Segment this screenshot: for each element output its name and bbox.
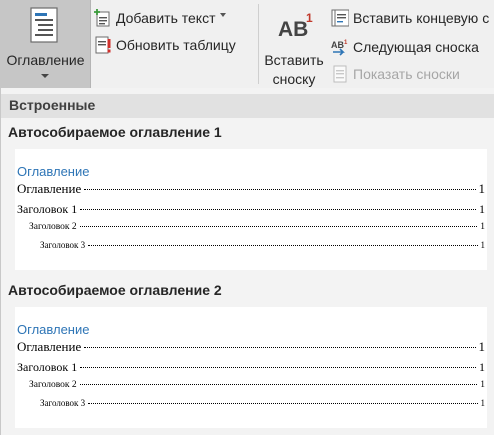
gallery-item-auto-toc-2[interactable]: Оглавление Оглавление 1 Заголовок 11 Заго…	[15, 307, 487, 428]
dropdown-arrow-icon	[219, 13, 226, 17]
ribbon: Оглавление Добавить текст Обновить табли…	[0, 0, 494, 88]
insert-endnote-label: Вставить концевую с	[353, 10, 490, 26]
show-notes-button[interactable]: Показать сноски	[331, 63, 460, 85]
preview-toc-entry: Заголовок 21	[29, 222, 485, 232]
add-text-label: Добавить текст	[116, 10, 216, 26]
update-table-label: Обновить таблицу	[116, 37, 236, 53]
gallery-item-auto-toc-1[interactable]: Оглавление Оглавление 1 Заголовок 11 Заго…	[15, 149, 487, 270]
preview-toc-entry: Заголовок 31	[40, 398, 485, 408]
svg-text:1: 1	[344, 40, 348, 46]
gallery-item-title-2: Автособираемое оглавление 2	[8, 282, 222, 298]
gallery-item-title-1: Автособираемое оглавление 1	[8, 124, 222, 140]
show-notes-label: Показать сноски	[353, 66, 460, 82]
insert-footnote-label-line1: Вставить	[264, 52, 324, 68]
toc-gallery-dropdown: Встроенные Автособираемое оглавление 1 О…	[0, 88, 494, 435]
insert-endnote-button[interactable]: Вставить концевую с	[331, 7, 489, 29]
preview-toc-entry: Оглавление 1	[17, 181, 485, 196]
next-footnote-button[interactable]: AB 1 Следующая сноска	[331, 36, 479, 58]
add-text-icon	[94, 9, 110, 27]
gallery-section-title: Встроенные	[9, 97, 96, 113]
preview-toc-heading: Оглавление	[17, 322, 90, 337]
next-footnote-label: Следующая сноска	[353, 39, 479, 55]
preview-toc-entry: Заголовок 11	[17, 360, 485, 374]
gallery-section-header: Встроенные	[1, 94, 494, 118]
insert-footnote-label-line2: сноску	[272, 71, 316, 87]
insert-footnote-button[interactable]: AB 1 Вставить сноску	[261, 0, 327, 88]
preview-toc-entry: Заголовок 31	[40, 240, 485, 250]
preview-toc-entry: Заголовок 21	[29, 380, 485, 390]
preview-toc-entry: Оглавление 1	[17, 339, 485, 354]
chevron-down-icon	[41, 74, 49, 78]
table-of-contents-label: Оглавление	[6, 52, 85, 68]
insert-endnote-icon	[331, 9, 349, 27]
add-text-button[interactable]: Добавить текст	[94, 7, 226, 29]
next-footnote-icon: AB 1	[331, 38, 349, 56]
preview-toc-entry: Заголовок 11	[17, 202, 485, 216]
show-notes-icon	[333, 65, 347, 83]
update-table-button[interactable]: Обновить таблицу	[94, 34, 236, 56]
preview-toc-heading: Оглавление	[17, 164, 90, 179]
footnote-number-icon: 1	[306, 11, 313, 25]
svg-text:AB: AB	[331, 40, 344, 50]
group-divider	[258, 4, 259, 84]
footnote-icon: AB	[278, 18, 309, 41]
update-table-icon	[95, 36, 111, 54]
table-of-contents-button[interactable]: Оглавление	[0, 0, 91, 88]
table-of-contents-icon	[30, 7, 58, 43]
